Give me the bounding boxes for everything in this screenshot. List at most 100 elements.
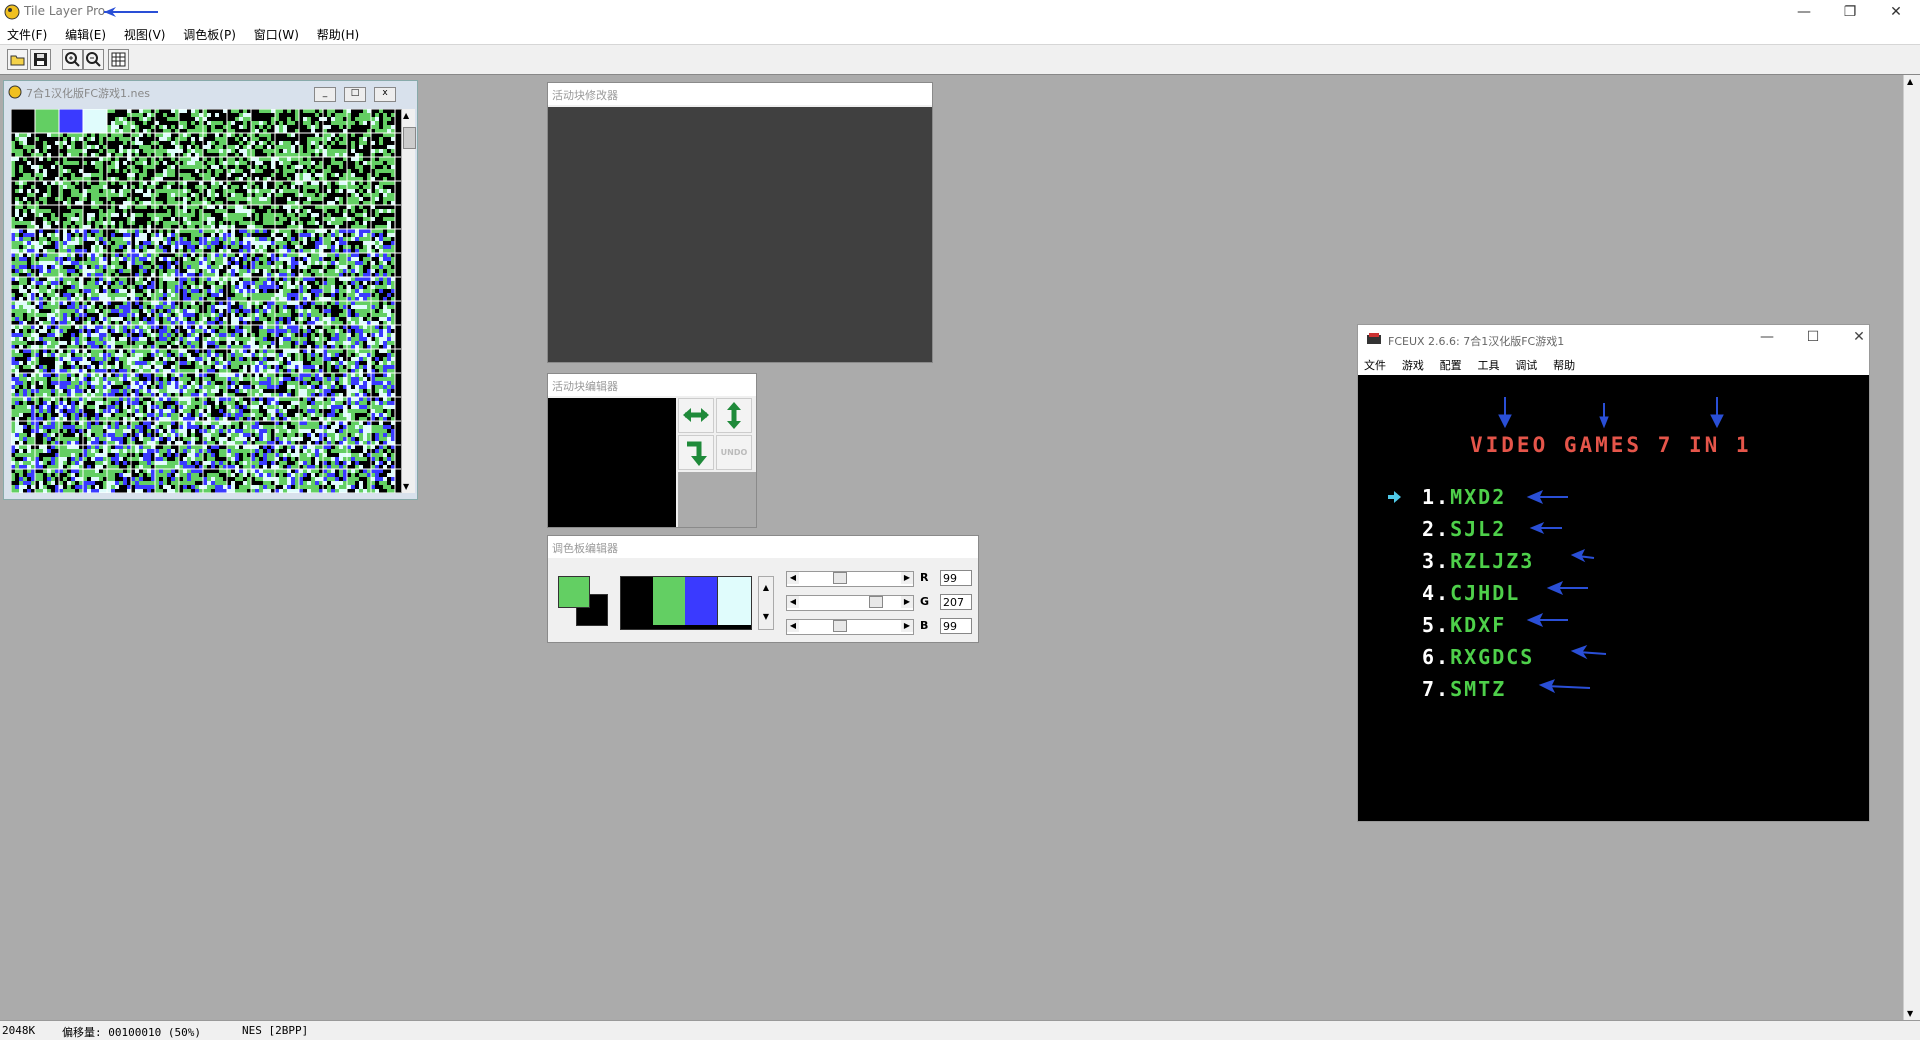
scroll-down-icon[interactable]: ▼ — [1907, 1009, 1913, 1018]
menu-item-1[interactable]: 1.MXD2 — [1422, 485, 1506, 509]
menu-edit[interactable]: 编辑(E) — [58, 24, 113, 45]
selected-color-indicator — [558, 576, 608, 626]
menu-palette[interactable]: 调色板(P) — [176, 24, 243, 45]
app-logo-icon — [4, 4, 20, 20]
scroll-thumb[interactable] — [403, 127, 416, 149]
annotation-arrow-icon — [104, 7, 158, 17]
app-logo-icon — [8, 85, 22, 99]
fceux-title: FCEUX 2.6.6: 7合1汉化版FC游戏1 — [1388, 335, 1565, 348]
tile-modifier-canvas[interactable] — [548, 107, 932, 362]
tile-palette-cell — [83, 109, 107, 133]
slider-thumb[interactable] — [832, 620, 847, 632]
slider-left-icon[interactable]: ◀ — [787, 620, 799, 632]
toolbar — [0, 44, 1920, 75]
open-icon[interactable] — [7, 49, 28, 70]
tile-viewer-title: 7合1汉化版FC游戏1.nes — [26, 87, 150, 100]
tile-viewer-window[interactable]: 7合1汉化版FC游戏1.nes _ □ x ▲ ▼ — [3, 80, 418, 500]
spin-down-icon[interactable]: ▼ — [759, 612, 773, 621]
palette-swatch[interactable] — [621, 577, 653, 625]
minimize-button[interactable]: — — [1784, 2, 1824, 22]
tile-editor-canvas[interactable] — [548, 398, 676, 527]
menu-window[interactable]: 窗口(W) — [247, 24, 306, 45]
maximize-button[interactable]: □ — [344, 87, 366, 102]
tile-modifier-window[interactable]: 活动块修改器 — [547, 82, 933, 363]
slider-right-icon[interactable]: ▶ — [901, 596, 913, 608]
nes-screen[interactable]: VIDEO GAMES 7 IN 1 1.MXD2 2.SJL2 3.RZLJZ… — [1358, 375, 1869, 821]
close-button[interactable]: ✕ — [1876, 2, 1916, 22]
green-label: G — [920, 595, 930, 608]
menu-item-4[interactable]: 4.CJHDL — [1422, 581, 1520, 605]
slider-thumb[interactable] — [832, 572, 847, 584]
palette-swatch-row — [620, 576, 752, 630]
tile-modifier-title: 活动块修改器 — [548, 83, 932, 105]
tile-palette-cell — [11, 109, 35, 133]
green-value-field[interactable]: 207 — [940, 594, 972, 610]
undo-button[interactable]: UNDO — [716, 435, 752, 470]
tile-grid-canvas[interactable] — [11, 109, 401, 493]
minimize-button[interactable]: — — [1752, 329, 1782, 345]
palette-spinner[interactable]: ▲ ▼ — [758, 576, 774, 630]
scroll-up-icon[interactable]: ▲ — [1907, 77, 1913, 86]
flip-horizontal-icon[interactable] — [678, 398, 714, 433]
close-button[interactable]: ✕ — [1844, 329, 1874, 345]
menu-item-7[interactable]: 7.SMTZ — [1422, 677, 1506, 701]
green-slider[interactable]: ◀ ▶ — [786, 595, 914, 611]
fceux-menu-file[interactable]: 文件 — [1358, 355, 1392, 375]
fceux-window[interactable]: FCEUX 2.6.6: 7合1汉化版FC游戏1 — ☐ ✕ 文件 游戏 配置 … — [1357, 324, 1870, 822]
menu-item-6[interactable]: 6.RXGDCS — [1422, 645, 1534, 669]
slider-left-icon[interactable]: ◀ — [787, 572, 799, 584]
tile-editor-window[interactable]: 活动块编辑器 UNDO — [547, 373, 757, 528]
scroll-down-icon[interactable]: ▼ — [403, 482, 409, 491]
restore-button[interactable]: ❐ — [1830, 2, 1870, 22]
red-value-field[interactable]: 99 — [940, 570, 972, 586]
palette-editor-window[interactable]: 调色板编辑器 ▲ ▼ ◀ ▶ R 99 ◀ ▶ G 207 ◀ ▶ B 99 — [547, 535, 979, 643]
fceux-menu-debug[interactable]: 调试 — [1509, 355, 1543, 375]
cursor-arrow-icon — [1388, 491, 1401, 503]
flip-vertical-icon[interactable] — [716, 398, 752, 433]
red-slider[interactable]: ◀ ▶ — [786, 571, 914, 587]
rotate-icon[interactable] — [678, 435, 714, 470]
close-button[interactable]: x — [374, 87, 396, 102]
spin-up-icon[interactable]: ▲ — [759, 583, 773, 592]
menu-file[interactable]: 文件(F) — [0, 24, 54, 45]
fceux-menu-bar: 文件 游戏 配置 工具 调试 帮助 — [1358, 355, 1869, 373]
palette-swatch[interactable] — [717, 577, 751, 625]
slider-right-icon[interactable]: ▶ — [901, 572, 913, 584]
palette-swatch[interactable] — [685, 577, 717, 625]
scroll-up-icon[interactable]: ▲ — [403, 111, 409, 120]
editor-empty-area — [678, 472, 756, 527]
status-bar: 2048K 偏移量: 00100010 (50%) NES [2BPP] — [0, 1020, 1920, 1040]
grid-icon[interactable] — [108, 49, 129, 70]
zoom-in-icon[interactable] — [62, 49, 83, 70]
fceux-menu-tools[interactable]: 工具 — [1471, 355, 1505, 375]
slider-left-icon[interactable]: ◀ — [787, 596, 799, 608]
blue-label: B — [920, 619, 929, 632]
zoom-out-icon[interactable] — [83, 49, 104, 70]
minimize-button[interactable]: _ — [314, 87, 336, 102]
fceux-menu-help[interactable]: 帮助 — [1547, 355, 1581, 375]
slider-right-icon[interactable]: ▶ — [901, 620, 913, 632]
save-icon[interactable] — [30, 49, 51, 70]
tile-palette-cell — [59, 109, 83, 133]
menu-item-2[interactable]: 2.SJL2 — [1422, 517, 1506, 541]
menu-item-5[interactable]: 5.KDXF — [1422, 613, 1506, 637]
blue-value-field[interactable]: 99 — [940, 618, 972, 634]
file-size: 2048K — [2, 1024, 36, 1037]
tile-scrollbar[interactable]: ▲ ▼ — [401, 109, 416, 493]
fceux-menu-game[interactable]: 游戏 — [1396, 355, 1430, 375]
offset-readout: 偏移量: 00100010 (50%) — [62, 1026, 201, 1039]
game-title: VIDEO GAMES 7 IN 1 — [1470, 433, 1752, 457]
maximize-button[interactable]: ☐ — [1798, 329, 1828, 345]
menu-help[interactable]: 帮助(H) — [310, 24, 366, 45]
tile-palette-cell — [35, 109, 59, 133]
workspace-scrollbar[interactable]: ▲ ▼ — [1903, 75, 1920, 1020]
palette-swatch[interactable] — [653, 577, 685, 625]
menu-view[interactable]: 视图(V) — [117, 24, 173, 45]
blue-slider[interactable]: ◀ ▶ — [786, 619, 914, 635]
slider-thumb[interactable] — [868, 596, 883, 608]
fceux-menu-config[interactable]: 配置 — [1434, 355, 1468, 375]
app-title: Tile Layer Pro — [24, 4, 106, 18]
menu-item-3[interactable]: 3.RZLJZ3 — [1422, 549, 1534, 573]
app-titlebar: Tile Layer Pro — ❐ ✕ — [0, 0, 1920, 24]
tile-editor-title: 活动块编辑器 — [548, 374, 756, 396]
